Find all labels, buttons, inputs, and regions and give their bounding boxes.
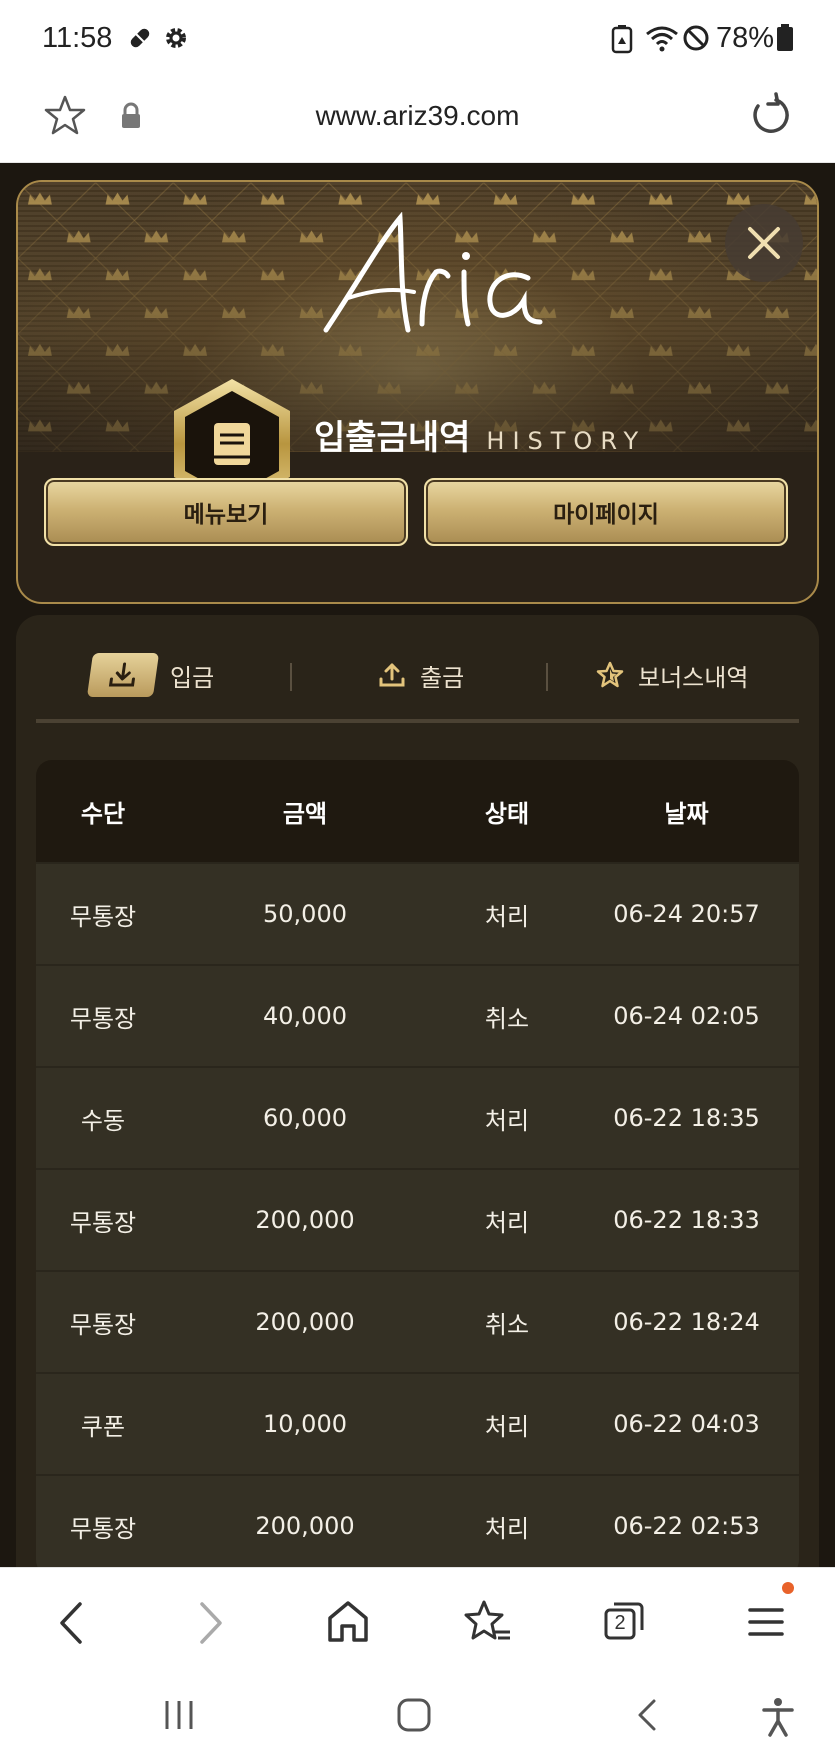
recent-apps-icon[interactable]: [162, 1697, 196, 1733]
cell-status: 처리: [484, 1208, 530, 1237]
url-text[interactable]: www.ariz39.com: [0, 100, 835, 132]
do-not-disturb-icon: [683, 25, 709, 51]
cell-method: 무통장: [69, 1310, 137, 1339]
cell-status: 취소: [484, 1004, 530, 1033]
aria-logo: [323, 212, 543, 333]
tab-deposit-label: 입금: [170, 663, 215, 692]
cell-date: 06-22 18:33: [613, 1206, 760, 1234]
history-header-card: 입출금내역 HISTORY 메뉴보기 마이페이지: [16, 180, 819, 604]
tabs-underline: [36, 719, 799, 723]
menu-button[interactable]: [744, 1582, 794, 1644]
tab-bonus-history[interactable]: 보너스내역: [596, 645, 748, 705]
browser-url-bar: www.ariz39.com: [0, 78, 835, 163]
col-date: 날짜: [664, 799, 709, 828]
back-nav-icon[interactable]: [632, 1697, 662, 1733]
system-nav-bar: [0, 1677, 835, 1763]
battery-saver-icon: [611, 25, 633, 54]
history-content-card: 입금 출금 보너스내역 수단 금액 상태 날짜 무통장 50,000 처리 06…: [16, 615, 819, 1568]
col-amount: 금액: [282, 799, 328, 828]
tab-divider: [290, 663, 292, 691]
pill-icon: [130, 28, 150, 48]
table-row: 무통장 200,000 취소 06-22 18:24: [36, 1270, 799, 1372]
cell-method: 무통장: [69, 1208, 137, 1237]
battery-icon: [777, 24, 793, 51]
cell-amount: 10,000: [263, 1410, 347, 1438]
status-bar: 11:58 78%: [0, 0, 835, 78]
upload-icon: [379, 663, 405, 687]
tab-withdraw[interactable]: 출금: [378, 645, 464, 705]
cell-status: 처리: [484, 1514, 530, 1543]
cell-date: 06-22 04:03: [613, 1410, 760, 1438]
deposit-history-table: 수단 금액 상태 날짜 무통장 50,000 처리 06-24 20:57 무통…: [36, 760, 799, 1568]
reload-icon[interactable]: [748, 92, 792, 136]
col-method: 수단: [80, 799, 126, 828]
cell-amount: 50,000: [263, 900, 347, 928]
forward-icon[interactable]: [190, 1598, 230, 1648]
cell-status: 취소: [484, 1310, 530, 1339]
browser-toolbar: 2: [0, 1567, 835, 1678]
table-row: 무통장 200,000 처리 06-22 02:53: [36, 1474, 799, 1568]
close-icon: [748, 227, 780, 259]
cell-method: 무통장: [69, 1514, 137, 1543]
tabs-manager-button[interactable]: 2: [602, 1598, 646, 1644]
table-row: 무통장 40,000 취소 06-24 02:05: [36, 964, 799, 1066]
accessibility-icon[interactable]: [760, 1697, 796, 1737]
cell-amount: 60,000: [263, 1104, 347, 1132]
hamburger-menu-icon: [748, 1608, 784, 1636]
cell-status: 처리: [484, 902, 530, 931]
table-row: 무통장 200,000 처리 06-22 18:33: [36, 1168, 799, 1270]
cell-status: 처리: [484, 1106, 530, 1135]
menu-view-button[interactable]: 메뉴보기: [44, 478, 408, 546]
cell-date: 06-24 02:05: [613, 1002, 760, 1030]
bookmarks-icon[interactable]: [464, 1598, 512, 1646]
status-time: 11:58: [42, 22, 113, 54]
page-title: 입출금내역: [314, 418, 471, 458]
cell-method: 수동: [80, 1106, 126, 1135]
mypage-button[interactable]: 마이페이지: [424, 478, 788, 546]
page-subtitle: HISTORY: [486, 427, 647, 455]
tab-deposit[interactable]: 입금: [86, 645, 215, 705]
cell-date: 06-22 02:53: [613, 1512, 760, 1540]
cell-amount: 200,000: [255, 1512, 355, 1540]
battery-percent: 78%: [716, 22, 775, 54]
back-icon[interactable]: [52, 1598, 92, 1648]
cell-date: 06-22 18:35: [613, 1104, 760, 1132]
tab-count: 2: [614, 1612, 626, 1634]
cell-amount: 200,000: [255, 1206, 355, 1234]
notification-dot: [782, 1582, 794, 1594]
table-header: 수단 금액 상태 날짜: [36, 760, 799, 862]
close-button[interactable]: [725, 204, 803, 282]
tab-deposit-icon-box: [86, 653, 160, 697]
page-title-wrap: 입출금내역 HISTORY: [314, 410, 646, 460]
home-nav-icon[interactable]: [396, 1697, 432, 1733]
page-content: 입출금내역 HISTORY 메뉴보기 마이페이지 입금 출금 보너스내역 수단 …: [0, 163, 835, 1568]
settings-gear-icon: [166, 28, 186, 48]
cell-date: 06-22 18:24: [613, 1308, 760, 1336]
cell-method: 쿠폰: [80, 1412, 126, 1441]
col-status: 상태: [484, 799, 530, 828]
history-tabs: 입금 출금 보너스내역: [36, 645, 799, 705]
cell-date: 06-24 20:57: [613, 900, 760, 928]
tab-divider: [546, 663, 548, 691]
table-row: 수동 60,000 처리 06-22 18:35: [36, 1066, 799, 1168]
tab-bonus-label: 보너스내역: [638, 663, 749, 692]
tab-withdraw-label: 출금: [420, 663, 465, 692]
cell-method: 무통장: [69, 902, 137, 931]
star-icon: [596, 661, 624, 688]
table-row: 쿠폰 10,000 처리 06-22 04:03: [36, 1372, 799, 1474]
wifi-icon: [646, 26, 678, 52]
home-icon[interactable]: [326, 1598, 370, 1646]
table-row: 무통장 50,000 처리 06-24 20:57: [36, 862, 799, 964]
download-icon: [108, 662, 135, 687]
cell-method: 무통장: [69, 1004, 137, 1033]
cell-amount: 40,000: [263, 1002, 347, 1030]
cell-amount: 200,000: [255, 1308, 355, 1336]
cell-status: 처리: [484, 1412, 530, 1441]
